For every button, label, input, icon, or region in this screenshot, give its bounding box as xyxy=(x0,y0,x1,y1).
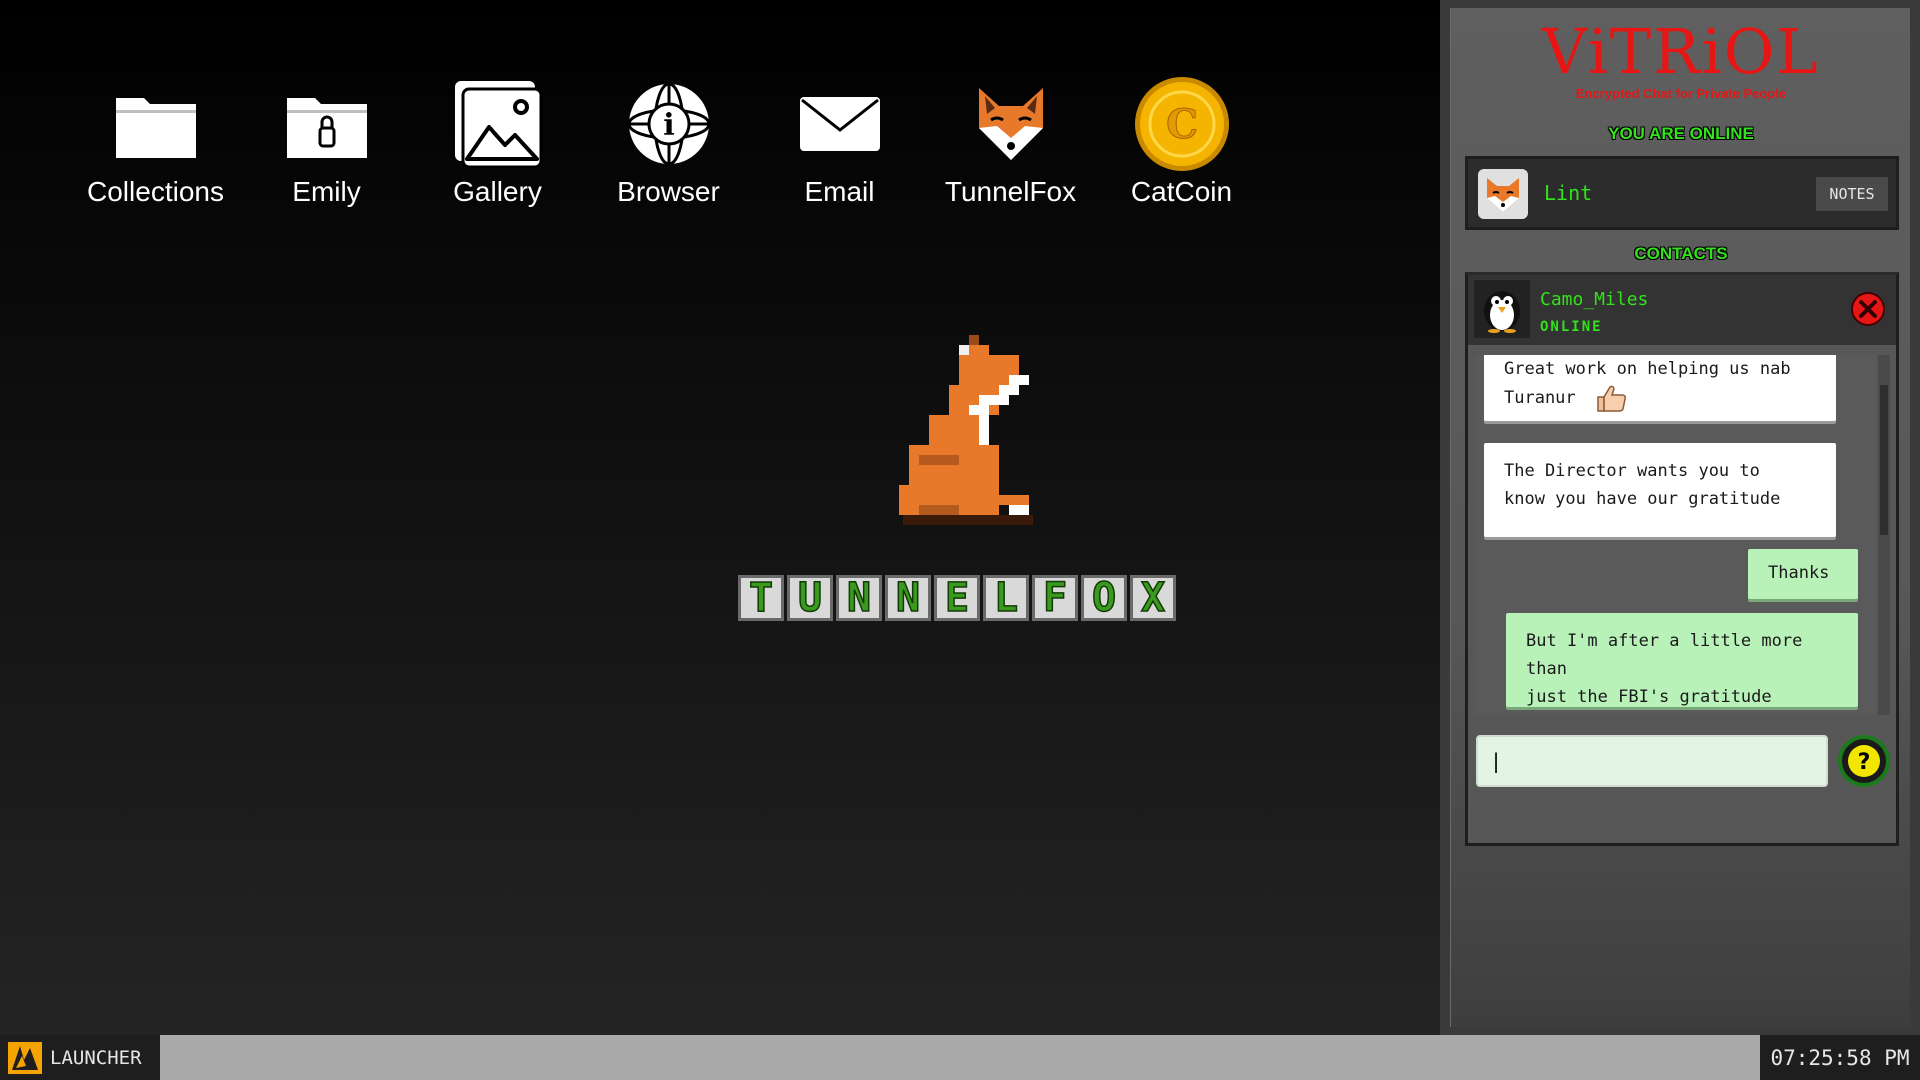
fox-avatar-icon xyxy=(1478,169,1528,219)
close-chat-icon[interactable] xyxy=(1850,291,1886,327)
desktop-icon-tunnelfox[interactable]: TunnelFox xyxy=(925,74,1096,208)
wordmark-letter: U xyxy=(787,574,833,622)
app-title: ViTRiOL xyxy=(1542,15,1820,88)
launcher-icon xyxy=(8,1041,42,1074)
penguin-avatar-icon xyxy=(1474,280,1530,338)
svg-text:i: i xyxy=(663,108,674,143)
message-bubble-outgoing: Thanks xyxy=(1748,549,1858,599)
desktop: Collections Emily Gallery i Browser Emai… xyxy=(0,0,1440,1035)
launcher-button[interactable]: LAUNCHER xyxy=(0,1035,160,1080)
desktop-icon-catcoin[interactable]: C CatCoin xyxy=(1096,74,1267,208)
svg-text:C: C xyxy=(1166,101,1198,148)
wordmark-letter: E xyxy=(934,574,980,622)
wordmark-letter: T xyxy=(738,574,784,622)
message-line: But I'm after a little more than xyxy=(1526,631,1803,679)
wordmark-letter: L xyxy=(983,574,1029,622)
current-user-name: Lint xyxy=(1544,181,1593,205)
wordmark-letter: N xyxy=(836,574,882,622)
message-list[interactable]: Great work on helping us nab Turanur The… xyxy=(1476,355,1876,715)
message-line: just the FBI's gratitude xyxy=(1526,687,1772,707)
tunnelfox-wordmark: T U N N E L F O X xyxy=(738,574,1176,622)
message-bubble-incoming: The Director wants you to know you have … xyxy=(1484,443,1836,537)
image-icon xyxy=(448,74,548,174)
desktop-icon-emily[interactable]: Emily xyxy=(241,74,412,208)
coin-icon: C xyxy=(1132,74,1232,174)
desktop-icon-browser[interactable]: i Browser xyxy=(583,74,754,208)
online-status: YOU ARE ONLINE xyxy=(1608,124,1754,143)
contact-name: Camo_Miles xyxy=(1540,289,1649,310)
app-subtitle: Encrypted Chat for Private People xyxy=(1575,86,1787,101)
taskbar: LAUNCHER 07:25:58 PM xyxy=(0,1035,1920,1080)
message-bubble-incoming: Great work on helping us nab Turanur xyxy=(1484,355,1836,421)
help-button[interactable]: ? xyxy=(1838,735,1890,787)
desktop-icon-label: CatCoin xyxy=(1130,176,1233,207)
question-icon: ? xyxy=(1848,745,1880,777)
desktop-icon-gallery[interactable]: Gallery xyxy=(412,74,583,208)
scrollbar-thumb[interactable] xyxy=(1880,385,1888,535)
vitriol-chat-panel: ViTRiOL Encrypted Chat for Private Peopl… xyxy=(1440,0,1920,1035)
desktop-icon-label: Collections xyxy=(87,176,224,207)
desktop-icon-label: Email xyxy=(804,176,875,207)
notes-button[interactable]: NOTES xyxy=(1816,177,1888,211)
desktop-icon-label: Gallery xyxy=(453,176,542,207)
folder-icon xyxy=(106,74,206,174)
message-scrollbar[interactable] xyxy=(1878,355,1890,715)
desktop-icon-label: Emily xyxy=(292,176,361,207)
desktop-icon-collections[interactable]: Collections xyxy=(70,74,241,208)
fox-mascot-icon xyxy=(899,335,1033,525)
desktop-icon-label: TunnelFox xyxy=(944,176,1077,207)
locked-folder-icon xyxy=(277,74,377,174)
envelope-icon xyxy=(790,74,890,174)
wordmark-letter: X xyxy=(1130,574,1176,622)
desktop-icon-label: Browser xyxy=(617,176,720,207)
message-line: Thanks xyxy=(1768,563,1830,583)
contact-header[interactable]: Camo_Miles ONLINE xyxy=(1468,275,1896,345)
message-line: Turanur xyxy=(1504,383,1816,413)
wordmark-letter: N xyxy=(885,574,931,622)
thumbs-up-icon xyxy=(1597,385,1626,412)
message-input[interactable] xyxy=(1476,735,1828,787)
message-line: know you have our gratitude xyxy=(1504,489,1781,509)
desktop-icon-email[interactable]: Email xyxy=(754,74,925,208)
contacts-heading: CONTACTS xyxy=(1634,244,1728,263)
launcher-label: LAUNCHER xyxy=(50,1046,142,1069)
desktop-icons: Collections Emily Gallery i Browser Emai… xyxy=(70,74,1267,208)
message-bubble-outgoing: But I'm after a little more than just th… xyxy=(1506,613,1858,707)
current-user-box: Lint NOTES xyxy=(1465,156,1899,230)
taskbar-clock: 07:25:58 PM xyxy=(1760,1035,1920,1080)
contact-conversation: Camo_Miles ONLINE Great work on helping … xyxy=(1465,272,1899,846)
wordmark-letter: O xyxy=(1081,574,1127,622)
contact-status: ONLINE xyxy=(1540,319,1603,335)
globe-info-icon: i xyxy=(619,74,719,174)
message-line: Great work on helping us nab xyxy=(1504,359,1791,379)
chat-panel-body: ViTRiOL Encrypted Chat for Private Peopl… xyxy=(1450,8,1910,1027)
wordmark-letter: F xyxy=(1032,574,1078,622)
tunnelfox-logo: T U N N E L F O X xyxy=(738,335,1182,625)
message-line: The Director wants you to xyxy=(1504,461,1760,481)
svg-text:?: ? xyxy=(1858,750,1871,775)
fox-icon xyxy=(961,74,1061,174)
